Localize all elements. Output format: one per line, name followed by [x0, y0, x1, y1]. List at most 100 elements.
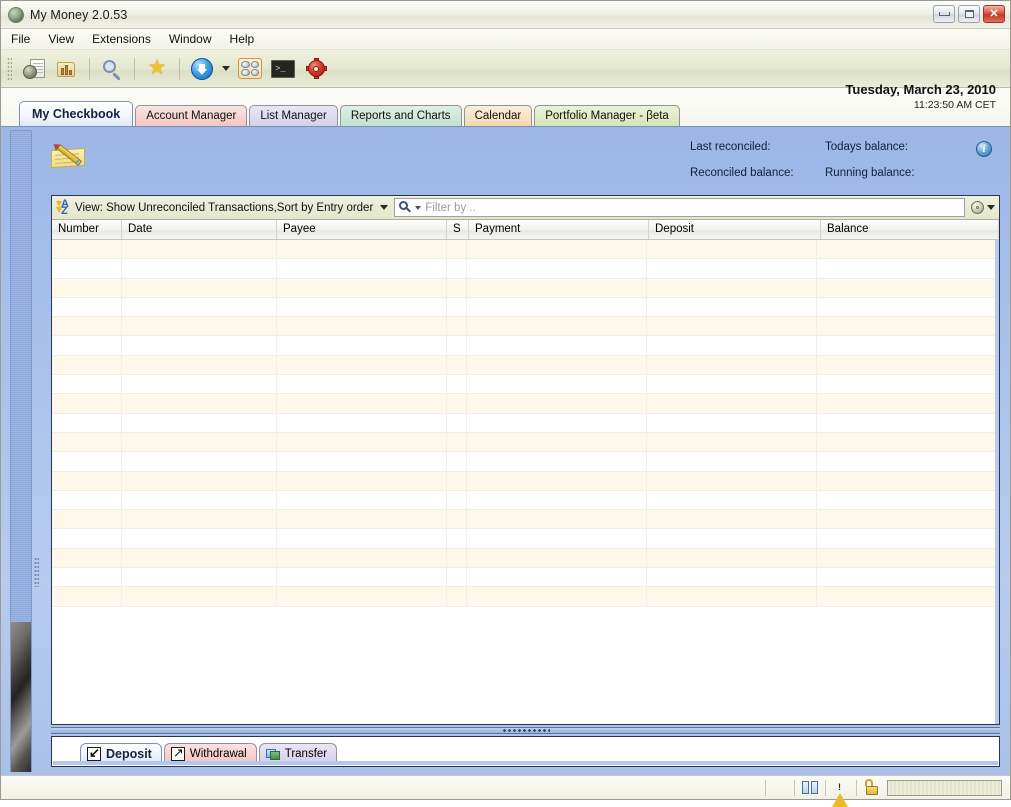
table-cell — [647, 240, 817, 259]
grid-options-button[interactable] — [967, 197, 999, 219]
close-button[interactable]: ✕ — [983, 5, 1005, 23]
table-cell — [467, 471, 647, 490]
table-cell — [647, 317, 817, 336]
menu-item-window[interactable]: Window — [169, 30, 222, 48]
table-row[interactable] — [52, 490, 999, 511]
menu-item-file[interactable]: File — [11, 30, 40, 48]
chevron-down-icon — [222, 66, 230, 71]
tab-reports-and-charts[interactable]: Reports and Charts — [339, 105, 462, 126]
status-separator — [856, 779, 857, 796]
table-row[interactable] — [52, 432, 999, 453]
table-row[interactable] — [52, 394, 999, 414]
status-separator — [765, 779, 766, 796]
menu-item-view[interactable]: View — [48, 30, 84, 48]
minimize-button[interactable] — [933, 5, 955, 23]
table-cell — [277, 240, 447, 259]
table-cell — [817, 317, 999, 336]
tab-my-checkbook[interactable]: My Checkbook — [19, 101, 134, 126]
table-cell — [277, 490, 447, 510]
table-cell — [277, 529, 447, 548]
transactions-grid[interactable] — [52, 240, 999, 724]
table-row[interactable] — [52, 413, 999, 433]
sidebar-splitter-handle[interactable] — [34, 557, 39, 587]
chevron-down-icon[interactable] — [415, 205, 422, 210]
table-row[interactable] — [52, 510, 999, 530]
table-cell — [817, 432, 999, 452]
table-cell — [52, 297, 122, 317]
keypad-icon — [238, 58, 262, 79]
table-row[interactable] — [52, 568, 999, 588]
console-button[interactable] — [268, 54, 298, 84]
table-row[interactable] — [52, 240, 999, 260]
reports-folder-button[interactable] — [52, 54, 82, 84]
toolbar-grip[interactable] — [7, 56, 12, 81]
table-row[interactable] — [52, 587, 999, 607]
maximize-button[interactable] — [958, 5, 980, 23]
table-cell — [277, 336, 447, 355]
table-cell — [52, 259, 122, 278]
download-button[interactable] — [187, 54, 217, 84]
deposit-arrow-icon — [87, 745, 101, 761]
table-cell — [467, 278, 647, 297]
table-cell — [467, 413, 647, 432]
keypad-button[interactable] — [235, 54, 265, 84]
table-row[interactable] — [52, 297, 999, 318]
column-header-balance[interactable]: Balance — [821, 220, 999, 239]
table-row[interactable] — [52, 375, 999, 395]
table-cell — [52, 278, 122, 297]
table-cell — [447, 587, 467, 606]
tab-calendar[interactable]: Calendar — [463, 105, 533, 126]
table-cell — [52, 240, 122, 259]
balance-row: Reconciled balance: Running balance: — [690, 167, 960, 179]
table-row[interactable] — [52, 529, 999, 549]
table-cell — [467, 490, 647, 510]
last-reconciled-label: Last reconciled: — [690, 141, 771, 153]
table-cell — [52, 548, 122, 568]
panel-splitter[interactable] — [51, 727, 1000, 734]
download-icon — [191, 57, 213, 80]
menu-item-extensions[interactable]: Extensions — [92, 30, 161, 48]
column-header-deposit[interactable]: Deposit — [649, 220, 821, 239]
column-header-date[interactable]: Date — [122, 220, 277, 239]
filter-input[interactable]: Filter by .. — [394, 198, 965, 217]
table-cell — [122, 394, 277, 413]
table-row[interactable] — [52, 317, 999, 337]
new-account-button[interactable] — [19, 54, 49, 84]
settings-button[interactable] — [301, 54, 331, 84]
settings-gear-icon — [305, 58, 327, 79]
table-row[interactable] — [52, 355, 999, 376]
unlock-icon[interactable] — [863, 779, 881, 796]
column-header-number[interactable]: Number — [52, 220, 122, 239]
tab-list-manager[interactable]: List Manager — [249, 105, 338, 126]
table-cell — [817, 240, 999, 259]
info-icon[interactable]: i — [976, 141, 992, 157]
table-row[interactable] — [52, 548, 999, 569]
menu-item-help[interactable]: Help — [230, 30, 265, 48]
table-cell — [647, 413, 817, 432]
tab-account-manager[interactable]: Account Manager — [135, 105, 248, 126]
table-row[interactable] — [52, 278, 999, 298]
table-cell — [52, 432, 122, 452]
table-cell — [817, 529, 999, 548]
table-cell — [52, 587, 122, 606]
vertical-scrollbar[interactable] — [995, 240, 999, 724]
table-row[interactable] — [52, 259, 999, 279]
book-icon[interactable] — [801, 779, 819, 796]
sort-icon: AZ — [56, 199, 71, 217]
download-dropdown-button[interactable] — [220, 54, 232, 84]
table-row[interactable] — [52, 452, 999, 472]
table-row[interactable] — [52, 471, 999, 491]
table-row[interactable] — [52, 336, 999, 356]
view-selector[interactable]: AZ View: Show Unreconciled Transactions,… — [52, 197, 392, 219]
table-cell — [52, 355, 122, 375]
filter-placeholder: Filter by .. — [425, 201, 476, 214]
status-separator — [825, 779, 826, 796]
search-button[interactable] — [97, 54, 127, 84]
favorites-button[interactable]: ★ — [142, 54, 172, 84]
tab-portfolio-manager[interactable]: Portfolio Manager - βeta — [534, 105, 680, 126]
column-header-payee[interactable]: Payee — [277, 220, 447, 239]
title-bar: My Money 2.0.53 ✕ — [1, 1, 1010, 29]
warning-icon[interactable] — [832, 779, 850, 807]
column-header-s[interactable]: S — [447, 220, 469, 239]
column-header-payment[interactable]: Payment — [469, 220, 649, 239]
